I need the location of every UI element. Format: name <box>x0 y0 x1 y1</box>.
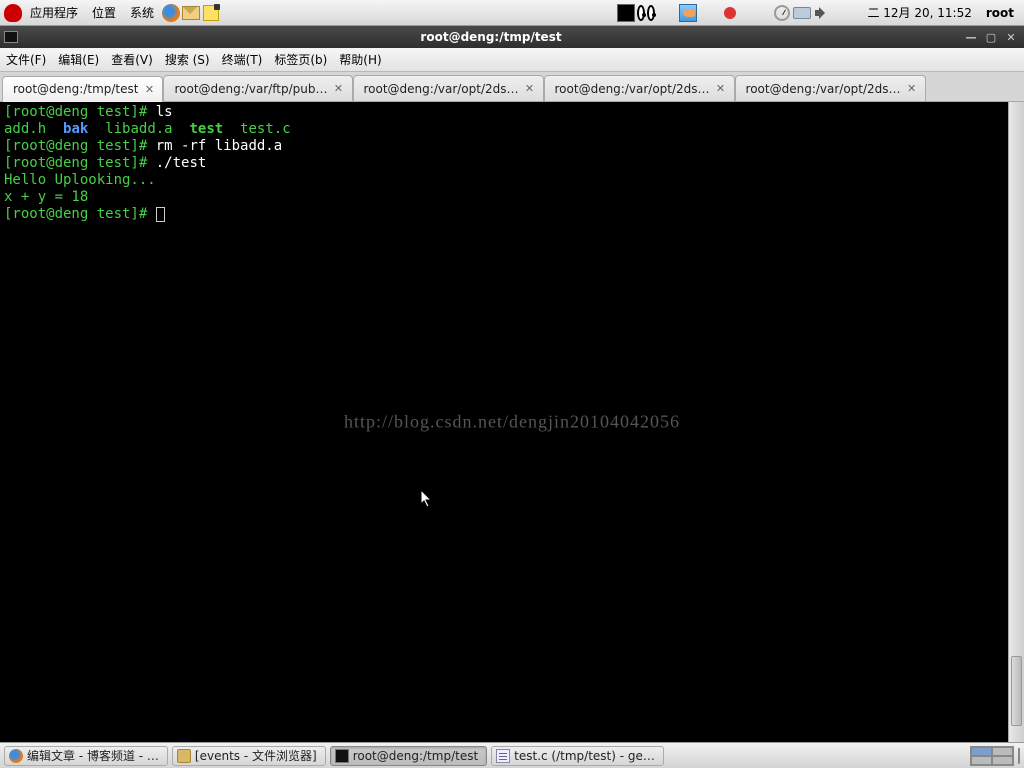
terminal-cursor <box>156 207 165 222</box>
ls-file: test.c <box>240 121 291 137</box>
task-gedit[interactable]: test.c (/tmp/test) - ge… <box>491 746 664 766</box>
menu-file[interactable]: 文件(F) <box>6 51 46 68</box>
window-title: root@deng:/tmp/test <box>22 30 960 44</box>
terminal-app-icon <box>4 31 18 43</box>
shell-prompt: [root@deng test]# <box>4 138 147 154</box>
menu-search[interactable]: 搜索 (S) <box>165 51 210 68</box>
task-label: [events - 文件浏览器] <box>195 747 317 764</box>
ls-file: add.h <box>4 121 46 137</box>
clock[interactable]: 二 12月 20, 11:52 <box>861 4 977 21</box>
menu-system[interactable]: 系统 <box>124 2 160 23</box>
menubar: 文件(F) 编辑(E) 查看(V) 搜索 (S) 终端(T) 标签页(b) 帮助… <box>0 48 1024 72</box>
distro-icon[interactable] <box>4 4 22 22</box>
tab-bar: root@deng:/tmp/test ✕ root@deng:/var/ftp… <box>0 72 1024 102</box>
workspace-switcher[interactable] <box>970 746 1014 766</box>
folder-icon <box>177 749 191 763</box>
tab-label: root@deng:/tmp/test <box>13 82 138 96</box>
shell-prompt: [root@deng test]# <box>4 104 147 120</box>
maximize-button[interactable]: ▢ <box>982 29 1000 45</box>
tab-close-icon[interactable]: ✕ <box>905 82 919 96</box>
menu-applications[interactable]: 应用程序 <box>24 2 84 23</box>
task-label: test.c (/tmp/test) - ge… <box>514 749 655 763</box>
shell-command: ./test <box>156 155 207 171</box>
ls-exec: test <box>189 121 223 137</box>
record-indicator-icon[interactable] <box>721 5 739 21</box>
menu-edit[interactable]: 编辑(E) <box>58 51 99 68</box>
window-titlebar[interactable]: root@deng:/tmp/test — ▢ ✕ <box>0 26 1024 48</box>
terminal-scrollbar[interactable] <box>1008 102 1024 742</box>
tab-4[interactable]: root@deng:/var/opt/2ds… ✕ <box>735 75 926 101</box>
notes-launcher-icon[interactable] <box>202 5 220 21</box>
program-output: x + y = 18 <box>4 189 1020 206</box>
tab-2[interactable]: root@deng:/var/opt/2ds… ✕ <box>353 75 544 101</box>
firefox-icon <box>9 749 23 763</box>
menu-terminal[interactable]: 终端(T) <box>222 51 263 68</box>
shell-command: rm -rf libadd.a <box>156 138 282 154</box>
tab-close-icon[interactable]: ✕ <box>714 82 728 96</box>
tab-label: root@deng:/var/opt/2ds… <box>746 82 901 96</box>
task-label: 编辑文章 - 博客频道 - … <box>27 747 159 764</box>
disk-icon[interactable] <box>793 5 811 21</box>
tab-close-icon[interactable]: ✕ <box>142 82 156 96</box>
gnome-top-panel: 应用程序 位置 系统 二 12月 20, 11:52 root <box>0 0 1024 26</box>
menu-help[interactable]: 帮助(H) <box>339 51 381 68</box>
tv-applet-icon[interactable] <box>617 5 635 21</box>
trash-icon[interactable] <box>1018 749 1020 763</box>
terminal-window: root@deng:/tmp/test — ▢ ✕ 文件(F) 编辑(E) 查看… <box>0 26 1024 742</box>
gedit-icon <box>496 749 510 763</box>
tab-1[interactable]: root@deng:/var/ftp/pub… ✕ <box>163 75 352 101</box>
firefox-launcher-icon[interactable] <box>162 5 180 21</box>
menu-tabs[interactable]: 标签页(b) <box>274 51 327 68</box>
terminal-icon <box>335 749 349 763</box>
tab-label: root@deng:/var/ftp/pub… <box>174 82 327 96</box>
shell-command: ls <box>156 104 173 120</box>
menu-places[interactable]: 位置 <box>86 2 122 23</box>
tab-label: root@deng:/var/opt/2ds… <box>555 82 710 96</box>
watermark-text: http://blog.csdn.net/dengjin20104042056 <box>344 414 680 431</box>
tab-label: root@deng:/var/opt/2ds… <box>364 82 519 96</box>
eyes-applet-icon[interactable] <box>637 5 655 21</box>
tab-0[interactable]: root@deng:/tmp/test ✕ <box>2 76 163 102</box>
close-button[interactable]: ✕ <box>1002 29 1020 45</box>
mail-launcher-icon[interactable] <box>182 5 200 21</box>
gnome-bottom-panel: 编辑文章 - 博客频道 - … [events - 文件浏览器] root@de… <box>0 742 1024 768</box>
shell-prompt: [root@deng test]# <box>4 155 147 171</box>
shell-prompt: [root@deng test]# <box>4 206 147 222</box>
tab-3[interactable]: root@deng:/var/opt/2ds… ✕ <box>544 75 735 101</box>
minimize-button[interactable]: — <box>962 29 980 45</box>
ls-file: libadd.a <box>105 121 172 137</box>
tab-close-icon[interactable]: ✕ <box>523 82 537 96</box>
fish-applet-icon[interactable] <box>679 5 697 21</box>
task-filebrowser[interactable]: [events - 文件浏览器] <box>172 746 326 766</box>
task-label: root@deng:/tmp/test <box>353 749 478 763</box>
program-output: Hello Uplooking... <box>4 172 1020 189</box>
menu-view[interactable]: 查看(V) <box>111 51 153 68</box>
terminal-viewport[interactable]: [root@deng test]# ls add.h bak libadd.a … <box>0 102 1024 742</box>
ls-dir: bak <box>63 121 88 137</box>
volume-icon[interactable] <box>813 5 831 21</box>
tab-close-icon[interactable]: ✕ <box>332 82 346 96</box>
task-firefox[interactable]: 编辑文章 - 博客频道 - … <box>4 746 168 766</box>
cpu-meter-icon[interactable] <box>773 5 791 21</box>
scrollbar-thumb[interactable] <box>1011 656 1022 726</box>
user-menu[interactable]: root <box>980 6 1020 20</box>
mouse-cursor-icon <box>421 490 433 508</box>
task-terminal[interactable]: root@deng:/tmp/test <box>330 746 487 766</box>
